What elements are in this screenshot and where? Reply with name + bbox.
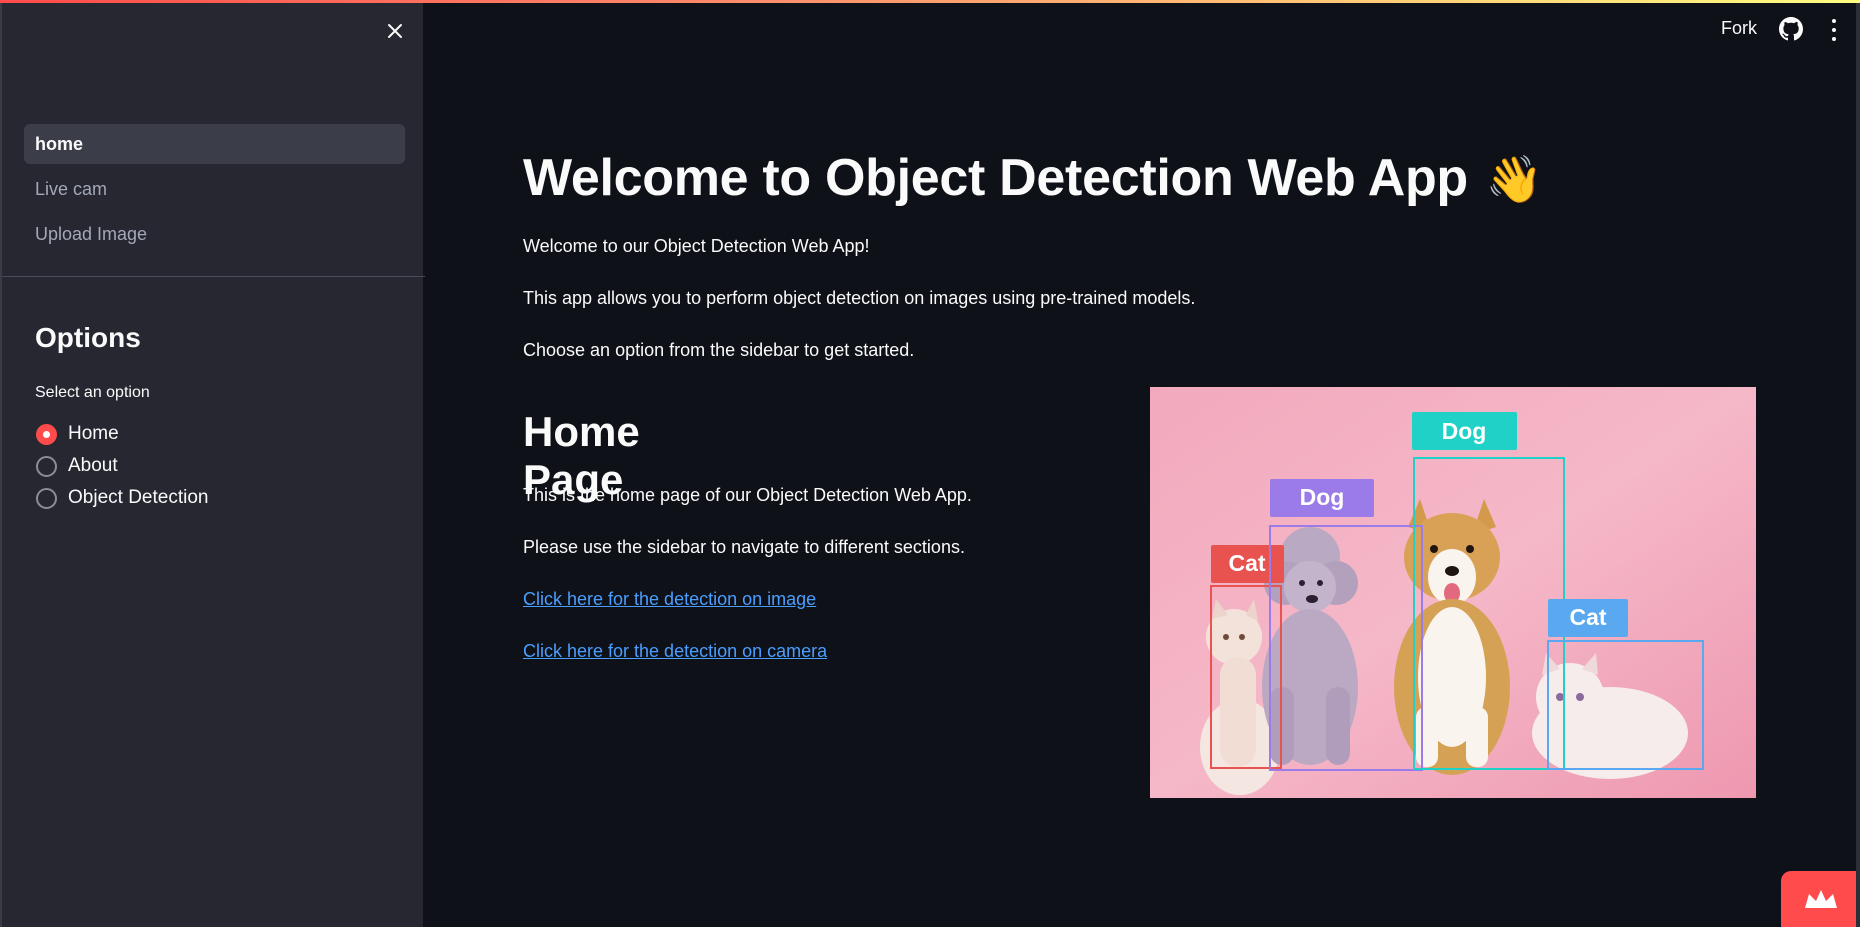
nav-item-label: Upload Image	[35, 223, 148, 244]
github-button[interactable]	[1779, 17, 1803, 41]
kebab-menu-icon	[1832, 19, 1836, 23]
radio-option-object-detection[interactable]: Object Detection	[36, 482, 208, 514]
sidebar: home Live cam Upload Image Options Selec…	[0, 0, 425, 927]
radio-checked-icon	[36, 423, 57, 445]
nav-item-label: Live cam	[35, 178, 108, 199]
fork-button[interactable]: Fork	[1721, 18, 1757, 39]
streamlit-badge[interactable]	[1781, 871, 1860, 927]
home-paragraph: Please use the sidebar to navigate to di…	[523, 537, 965, 557]
page-scrollbar[interactable]	[1856, 0, 1860, 927]
dog-left-label: Dog	[1300, 484, 1345, 510]
radio-group-label: Select an option	[35, 384, 150, 401]
detection-example-image: Cat Dog Dog Cat	[1150, 387, 1756, 798]
top-accent-bar	[0, 0, 1860, 3]
radio-unchecked-icon	[36, 455, 57, 477]
page-title-text: Welcome to Object Detection Web App	[523, 149, 1468, 207]
cat-right-label: Cat	[1569, 604, 1606, 630]
image-detection-link[interactable]: Click here for the detection on image	[523, 589, 816, 610]
nav-item-label: home	[35, 133, 84, 154]
waving-hand-emoji: 👋	[1485, 153, 1543, 205]
page-title: Welcome to Object Detection Web App 👋	[523, 148, 1543, 208]
close-icon	[388, 24, 402, 38]
home-paragraph: This is the home page of our Object Dete…	[523, 485, 972, 505]
nav-item-upload-image[interactable]: Upload Image	[24, 214, 405, 254]
radio-option-home[interactable]: Home	[36, 418, 208, 450]
github-icon	[1779, 17, 1803, 41]
intro-paragraph: This app allows you to perform object de…	[523, 288, 1196, 308]
options-heading: Options	[35, 322, 141, 353]
intro-paragraph: Choose an option from the sidebar to get…	[523, 340, 915, 360]
radio-label: About	[68, 455, 118, 476]
radio-option-about[interactable]: About	[36, 450, 208, 482]
dog-right-label: Dog	[1442, 418, 1487, 444]
nav-item-home[interactable]: home	[24, 124, 405, 164]
nav-item-live-cam[interactable]: Live cam	[24, 169, 405, 209]
page-navigation: home Live cam Upload Image	[24, 124, 405, 259]
option-radio-group: Home About Object Detection	[36, 418, 208, 514]
main-menu-button[interactable]	[1826, 19, 1842, 41]
radio-label: Object Detection	[68, 487, 209, 508]
close-sidebar-button[interactable]	[382, 18, 408, 44]
radio-label: Home	[68, 423, 119, 444]
camera-detection-link[interactable]: Click here for the detection on camera	[523, 641, 827, 662]
crown-icon	[1804, 890, 1837, 908]
corgi-dog-figure	[1394, 499, 1510, 775]
sidebar-divider	[2, 276, 425, 277]
cat-left-label: Cat	[1228, 550, 1265, 576]
radio-unchecked-icon	[36, 487, 57, 509]
intro-paragraph: Welcome to our Object Detection Web App!	[523, 236, 870, 256]
